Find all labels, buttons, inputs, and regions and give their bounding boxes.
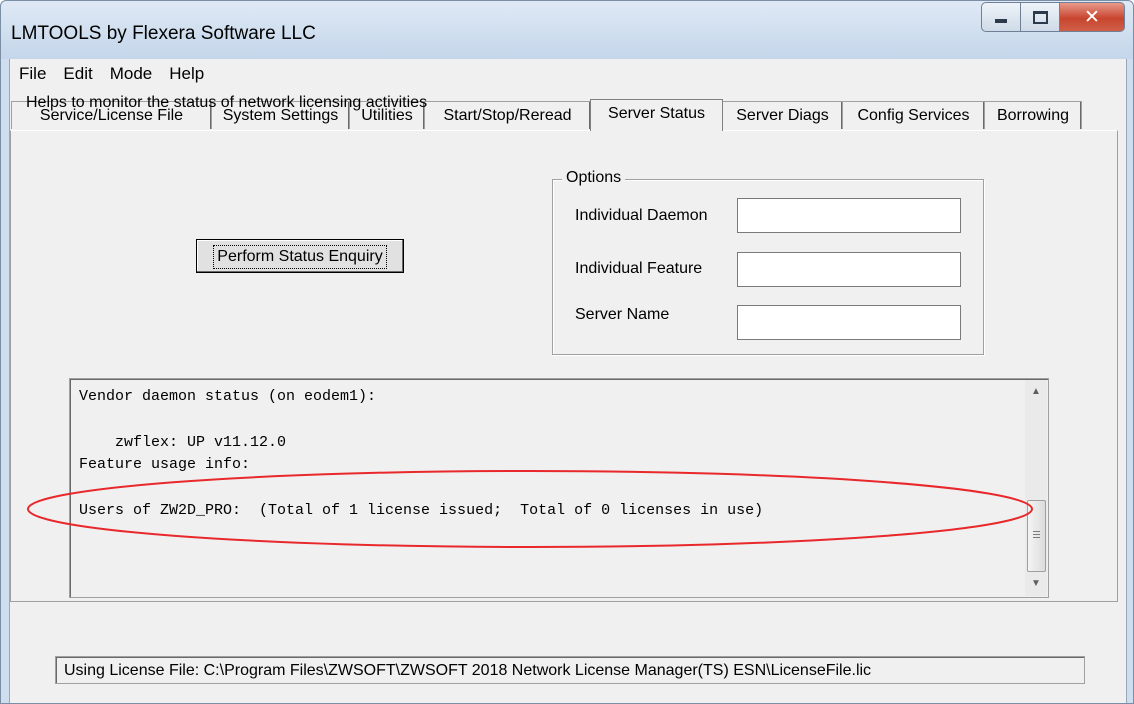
panel-description: Helps to monitor the status of network l…: [26, 94, 428, 111]
perform-status-enquiry-button[interactable]: Perform Status Enquiry: [196, 239, 404, 273]
tab-server-diags[interactable]: Server Diags: [722, 101, 843, 129]
tab-server-status[interactable]: Server Status: [590, 99, 723, 131]
close-icon: ✕: [1084, 6, 1100, 28]
individual-daemon-input[interactable]: [737, 198, 961, 233]
grip-line: [1033, 537, 1040, 538]
app-window: LMTOOLS by Flexera Software LLC ✕ File E…: [0, 0, 1134, 704]
tab-config-services[interactable]: Config Services: [842, 101, 985, 129]
output-line: Vendor daemon status (on eodem1):: [79, 388, 377, 405]
tab-start-stop-reread[interactable]: Start/Stop/Reread: [424, 101, 591, 129]
close-button[interactable]: ✕: [1059, 2, 1125, 32]
scroll-thumb[interactable]: [1027, 500, 1046, 572]
grip-line: [1033, 531, 1040, 532]
maximize-icon: [1032, 10, 1048, 24]
output-line: Users of ZW2D_PRO: (Total of 1 license i…: [79, 502, 764, 519]
scroll-down-arrow-icon[interactable]: ▼: [1025, 574, 1047, 594]
menu-help[interactable]: Help: [161, 64, 212, 84]
caption-buttons: ✕: [981, 2, 1125, 32]
server-name-label: Server Name: [575, 306, 670, 323]
tab-borrowing[interactable]: Borrowing: [984, 101, 1082, 129]
output-line: zwflex: UP v11.12.0: [79, 434, 287, 451]
maximize-button[interactable]: [1021, 2, 1059, 32]
individual-feature-label: Individual Feature: [575, 260, 703, 277]
license-file-status-bar: Using License File: C:\Program Files\ZWS…: [55, 656, 1085, 684]
menu-mode[interactable]: Mode: [102, 64, 161, 84]
status-output-box[interactable]: Vendor daemon status (on eodem1): zwflex…: [69, 378, 1049, 598]
window-title: LMTOOLS by Flexera Software LLC: [11, 23, 316, 44]
server-name-input[interactable]: [737, 305, 961, 340]
scroll-up-arrow-icon[interactable]: ▲: [1025, 382, 1047, 402]
options-legend: Options: [562, 169, 626, 187]
title-bar[interactable]: LMTOOLS by Flexera Software LLC ✕: [1, 1, 1133, 59]
grip-line: [1033, 534, 1040, 535]
minimize-icon: [995, 19, 1007, 23]
individual-feature-input[interactable]: [737, 252, 961, 287]
menu-bar: File Edit Mode Help: [10, 59, 1126, 89]
individual-daemon-label: Individual Daemon: [575, 207, 708, 224]
output-line: Feature usage info:: [79, 456, 251, 473]
output-scrollbar[interactable]: ▲ ▼: [1025, 380, 1047, 596]
perform-button-label: Perform Status Enquiry: [213, 245, 387, 269]
menu-edit[interactable]: Edit: [55, 64, 100, 84]
minimize-button[interactable]: [981, 2, 1021, 32]
menu-file[interactable]: File: [11, 64, 54, 84]
